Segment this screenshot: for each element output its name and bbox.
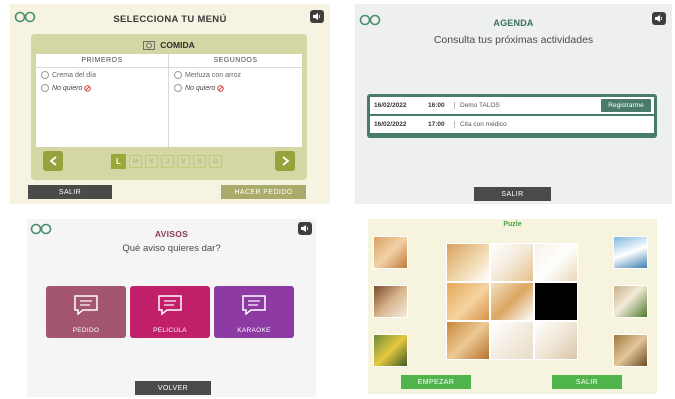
agenda-list: 16/02/2022 16:00 Demo TALOS Registrarme … [367, 94, 657, 138]
speaker-icon[interactable] [298, 222, 312, 235]
puzzle-board [446, 243, 578, 360]
day-button-s[interactable]: S [193, 155, 206, 168]
radio-button[interactable] [41, 84, 49, 92]
back-button[interactable]: VOLVER [135, 381, 211, 395]
chevron-left-icon [49, 156, 57, 166]
page-subtitle: Consulta tus próximas actividades [433, 34, 594, 46]
agenda-screen: AGENDA Consulta tus próximas actividades… [355, 4, 672, 204]
prev-day-button[interactable] [43, 151, 63, 171]
puzzle-piece[interactable] [446, 282, 490, 321]
option-crema[interactable]: Crema del día [36, 69, 168, 81]
chat-icon [158, 295, 182, 316]
agenda-row: 16/02/2022 16:00 Demo TALOS Registrarme [370, 97, 654, 114]
menu-card: COMIDA PRIMEROS Crema del día No quiero … [31, 34, 307, 180]
page-title: AGENDA [493, 18, 534, 28]
register-button[interactable]: Registrarme [601, 99, 651, 112]
exit-button[interactable]: SALIR [552, 375, 622, 389]
radio-button[interactable] [174, 84, 182, 92]
notice-label: PEDIDO [72, 327, 100, 334]
chat-icon [242, 295, 266, 316]
puzzle-thumbnail-puppy[interactable] [373, 285, 408, 318]
day-button-x[interactable]: X [145, 155, 158, 168]
puzzle-thumbnail-chick[interactable] [373, 334, 408, 367]
agenda-row: 16/02/2022 17:00 Cita con médico [370, 116, 654, 133]
section-header: COMIDA [31, 37, 307, 53]
event-time: 17:00 [428, 121, 445, 128]
notice-karaoke-button[interactable]: KARAOKE [214, 286, 294, 338]
order-button[interactable]: HACER PEDIDO [221, 185, 306, 199]
day-selector: L M X J V S D [111, 154, 222, 169]
page-subtitle: Qué aviso quieres dar? [122, 243, 221, 254]
section-title: COMIDA [160, 40, 195, 50]
day-button-m[interactable]: M [129, 155, 142, 168]
puzzle-piece[interactable] [490, 282, 534, 321]
radio-button[interactable] [174, 71, 182, 79]
chat-icon [74, 295, 98, 316]
day-button-d[interactable]: D [209, 155, 222, 168]
ban-icon [217, 84, 225, 92]
first-course-column: PRIMEROS Crema del día No quiero [36, 54, 169, 147]
event-date: 16/02/2022 [374, 121, 407, 128]
page-title: AVISOS [154, 229, 189, 239]
chevron-right-icon [281, 156, 289, 166]
day-button-l[interactable]: L [111, 154, 126, 169]
column-header: PRIMEROS [36, 54, 168, 68]
start-button[interactable]: EMPEZAR [401, 375, 471, 389]
puzzle-piece[interactable] [446, 321, 490, 360]
day-button-j[interactable]: J [161, 155, 174, 168]
plate-icon [143, 40, 156, 50]
radio-button[interactable] [41, 71, 49, 79]
puzzle-thumbnail-kitten[interactable] [373, 236, 408, 269]
column-header: SEGUNDOS [169, 54, 302, 68]
exit-button[interactable]: SALIR [474, 187, 551, 201]
puzzle-thumbnail-horse[interactable] [613, 285, 648, 318]
exit-button[interactable]: SALIR [28, 185, 112, 199]
event-name: Demo TALOS [454, 102, 601, 109]
puzzle-piece[interactable] [446, 243, 490, 282]
notice-pedido-button[interactable]: PEDIDO [46, 286, 126, 338]
day-button-v[interactable]: V [177, 155, 190, 168]
page-title: Puzle [503, 221, 522, 228]
notices-screen: AVISOS Qué aviso quieres dar? PEDIDO PEL… [27, 219, 316, 397]
option-no-quiero[interactable]: No quiero [36, 82, 168, 94]
puzzle-piece[interactable] [490, 243, 534, 282]
puzzle-empty-slot[interactable] [534, 282, 578, 321]
ban-icon [84, 84, 92, 92]
notice-pelicula-button[interactable]: PELICULA [130, 286, 210, 338]
event-date: 16/02/2022 [374, 102, 407, 109]
puzzle-piece[interactable] [490, 321, 534, 360]
menu-screen: SELECCIONA TU MENÚ COMIDA PRIMEROS Crema… [10, 4, 330, 204]
event-time: 16:00 [428, 102, 445, 109]
puzzle-thumbnail-dolphin[interactable] [613, 236, 648, 269]
notice-label: KARAOKE [237, 327, 271, 334]
puzzle-thumbnail-dog[interactable] [613, 334, 648, 367]
menu-options: PRIMEROS Crema del día No quiero SEGUNDO… [36, 54, 302, 147]
next-day-button[interactable] [275, 151, 295, 171]
puzzle-piece[interactable] [534, 321, 578, 360]
option-merluza[interactable]: Merluza con arroz [169, 69, 302, 81]
speaker-icon[interactable] [652, 12, 666, 25]
event-name: Cita con médico [454, 121, 654, 128]
option-no-quiero[interactable]: No quiero [169, 82, 302, 94]
page-title: SELECCIONA TU MENÚ [113, 14, 227, 25]
speaker-icon[interactable] [310, 10, 324, 23]
puzzle-screen: Puzle EMPEZAR SALIR [368, 219, 657, 394]
notice-label: PELICULA [153, 327, 187, 334]
second-course-column: SEGUNDOS Merluza con arroz No quiero [169, 54, 302, 147]
puzzle-piece[interactable] [534, 243, 578, 282]
